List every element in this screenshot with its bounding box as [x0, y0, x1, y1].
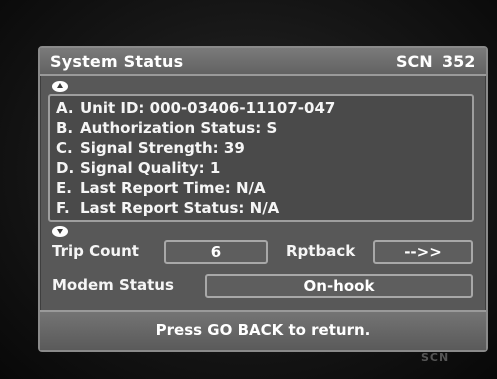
system-status-panel: System Status SCN 352 A. Unit ID: 000-034… — [38, 46, 488, 352]
trip-count-field[interactable]: 6 — [164, 240, 268, 264]
screen-code-number: 352 — [442, 52, 476, 71]
status-info-list: A. Unit ID: 000-03406-11107-047 B. Authori… — [48, 94, 474, 222]
list-item-letter: A. — [56, 99, 74, 117]
rptback-label: Rptback — [286, 242, 356, 260]
trip-count-label: Trip Count — [52, 242, 139, 260]
scroll-down-arrow-icon[interactable] — [52, 226, 68, 237]
list-item-text: Signal Strength: 39 — [80, 139, 245, 157]
list-item-last-report-time: E. Last Report Time: N/A — [56, 179, 266, 197]
list-item-letter: C. — [56, 139, 73, 157]
modem-status-field: On-hook — [205, 274, 473, 298]
page-title: System Status — [50, 52, 184, 71]
list-item-letter: B. — [56, 119, 74, 137]
list-item-text: Last Report Status: N/A — [80, 199, 280, 217]
list-item-letter: F. — [56, 199, 70, 217]
list-item-text: Last Report Time: N/A — [80, 179, 266, 197]
footer-bar[interactable]: Press GO BACK to return. — [40, 310, 486, 350]
list-item-text: Signal Quality: 1 — [80, 159, 221, 177]
list-item-signal-strength: C. Signal Strength: 39 — [56, 139, 245, 157]
list-item-last-report-status: F. Last Report Status: N/A — [56, 199, 279, 217]
modem-status-label: Modem Status — [52, 276, 174, 294]
channel-watermark: SCN — [421, 351, 450, 364]
list-item-authorization-status: B. Authorization Status: S — [56, 119, 277, 137]
list-item-signal-quality: D. Signal Quality: 1 — [56, 159, 220, 177]
list-item-letter: E. — [56, 179, 72, 197]
list-item-letter: D. — [56, 159, 75, 177]
go-back-instruction: Press GO BACK to return. — [155, 321, 371, 339]
screen-code-label: SCN — [396, 52, 433, 71]
rptback-button[interactable]: -->> — [373, 240, 473, 264]
list-item-text: Unit ID: 000-03406-11107-047 — [80, 99, 336, 117]
list-item-text: Authorization Status: S — [80, 119, 278, 137]
list-item-unit-id: A. Unit ID: 000-03406-11107-047 — [56, 99, 335, 117]
scroll-up-arrow-icon[interactable] — [52, 81, 68, 92]
title-bar: System Status SCN 352 — [40, 48, 486, 76]
